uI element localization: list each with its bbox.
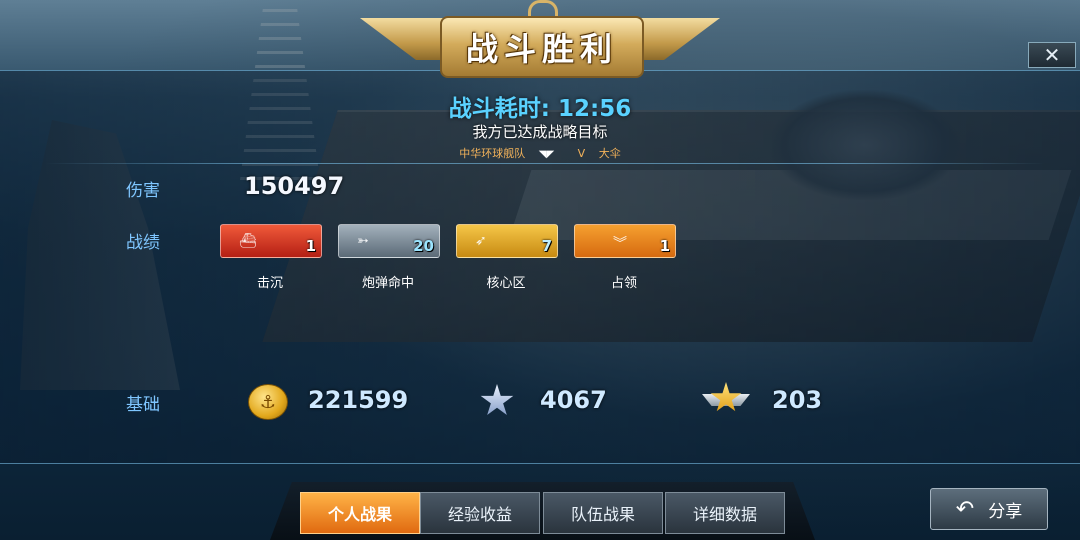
tab-experience[interactable]: 经验收益 — [420, 492, 540, 534]
tab-team-results[interactable]: 队伍战果 — [543, 492, 663, 534]
shell-hit-icon: ➳ — [357, 233, 369, 249]
battle-time-label: 战斗耗时: — [448, 96, 550, 122]
badge-shell-hit: ➳ 20 — [338, 224, 440, 258]
damage-value: 150497 — [244, 172, 345, 200]
badge-caption: 核心区 — [486, 276, 526, 291]
share-label: 分享 — [988, 501, 1023, 522]
badge-caption: 击沉 — [256, 276, 283, 291]
badge-capture: ︾ 1 — [574, 224, 676, 258]
badge-caption: 占领 — [610, 276, 637, 291]
tab-personal-results[interactable]: 个人战果 — [300, 492, 420, 534]
objective-text: 我方已达成战略目标 — [472, 123, 608, 141]
fleet-name: 中华环球舰队 — [459, 147, 526, 160]
ship-sink-icon: ⛴ — [239, 233, 257, 249]
gold-star-value: 203 — [772, 386, 823, 414]
badge-count: 1 — [659, 237, 670, 255]
badge-caption: 炮弹命中 — [361, 276, 414, 291]
share-button[interactable]: ↶ 分享 — [930, 488, 1048, 530]
gold-value: 221599 — [308, 386, 409, 414]
tab-detailed-data[interactable]: 详细数据 — [665, 492, 785, 534]
share-arrow-icon: ↶ — [955, 496, 975, 522]
core-zone-icon: ➶ — [475, 233, 487, 249]
fleet-info: 中华环球舰队 ◥◤ V 大伞 — [0, 145, 1080, 161]
badge-count: 20 — [413, 237, 434, 255]
victory-banner: 战斗胜利 — [360, 0, 720, 90]
header-divider — [45, 163, 1045, 164]
player-name: 大伞 — [598, 147, 621, 160]
badge-count: 7 — [541, 237, 552, 255]
badge-sink: ⛴ 1 — [220, 224, 322, 258]
rank-icon: ◥◤ — [538, 149, 555, 160]
rank-level: V — [577, 147, 586, 160]
capture-chevron-icon: ︾ — [613, 236, 627, 252]
record-label: 战绩 — [126, 233, 160, 253]
victory-plaque: 战斗胜利 — [440, 16, 644, 78]
close-button[interactable]: ✕ — [1028, 42, 1076, 68]
base-label: 基础 — [126, 395, 160, 415]
badge-count: 1 — [305, 237, 316, 255]
badge-core-zone: ➶ 7 — [456, 224, 558, 258]
gold-coin-icon: ⚓ — [248, 384, 288, 420]
gold-star-icon — [702, 380, 750, 420]
silver-star-value: 4067 — [540, 386, 607, 414]
battle-time: 战斗耗时: 12:56 — [0, 89, 1080, 123]
battle-time-value: 12:56 — [558, 96, 632, 122]
victory-title: 战斗胜利 — [465, 30, 618, 68]
damage-label: 伤害 — [126, 181, 160, 201]
